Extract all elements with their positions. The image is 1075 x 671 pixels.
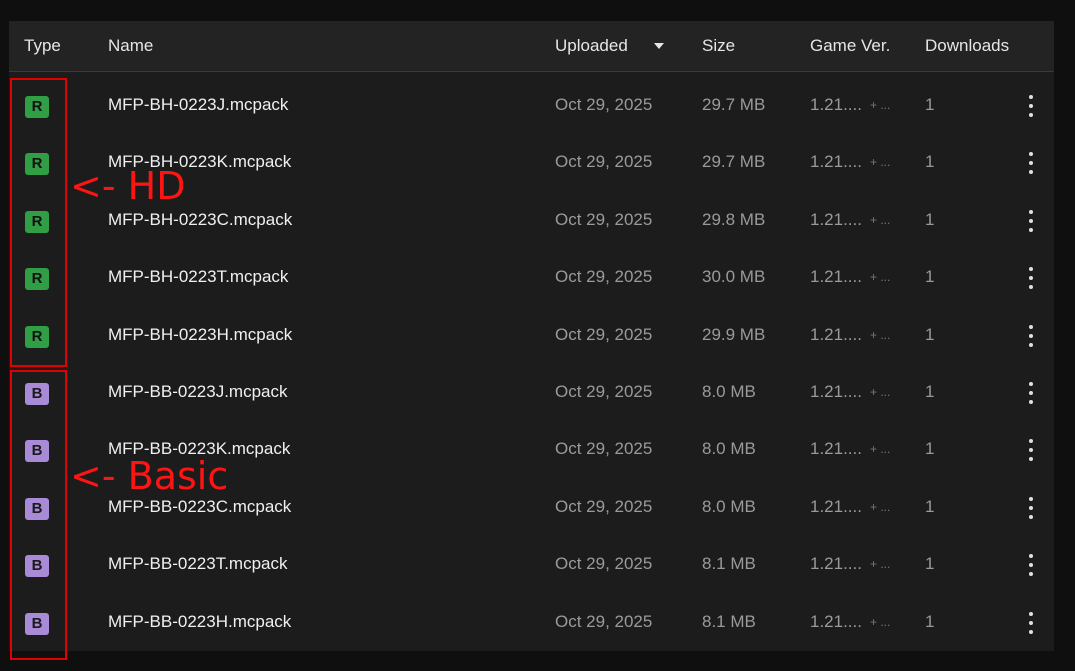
file-name-link[interactable]: MFP-BH-0223J.mcpack bbox=[108, 95, 288, 115]
more-versions-indicator[interactable]: + ... bbox=[870, 98, 890, 112]
more-versions-indicator[interactable]: + ... bbox=[870, 155, 890, 169]
hd-annotation: <- HD bbox=[70, 164, 186, 208]
more-versions-indicator[interactable]: + ... bbox=[870, 557, 890, 571]
file-size: 8.0 MB bbox=[702, 496, 756, 516]
download-count: 1 bbox=[925, 267, 935, 287]
sort-desc-icon[interactable] bbox=[654, 43, 664, 49]
download-count: 1 bbox=[925, 209, 935, 229]
game-version: 1.21.... bbox=[810, 496, 862, 516]
file-name-link[interactable]: MFP-BH-0223H.mcpack bbox=[108, 325, 292, 345]
file-name-link[interactable]: MFP-BH-0223T.mcpack bbox=[108, 267, 288, 287]
column-uploaded[interactable]: Uploaded bbox=[555, 36, 628, 56]
download-count: 1 bbox=[925, 152, 935, 172]
more-options-icon[interactable] bbox=[1025, 611, 1037, 638]
column-size[interactable]: Size bbox=[702, 36, 735, 56]
game-version: 1.21.... bbox=[810, 95, 862, 114]
file-size: 29.8 MB bbox=[702, 209, 766, 229]
file-size: 29.9 MB bbox=[702, 324, 766, 344]
download-count: 1 bbox=[925, 611, 935, 631]
more-options-icon[interactable] bbox=[1025, 324, 1037, 351]
more-options-icon[interactable] bbox=[1025, 382, 1037, 408]
column-downloads[interactable]: Downloads bbox=[925, 36, 1009, 56]
more-options-icon[interactable] bbox=[1025, 496, 1037, 523]
more-options-icon[interactable] bbox=[1025, 95, 1037, 121]
file-name-link[interactable]: MFP-BB-0223J.mcpack bbox=[108, 382, 288, 402]
more-versions-indicator[interactable]: + ... bbox=[870, 213, 890, 227]
download-count: 1 bbox=[925, 496, 935, 516]
file-size: 29.7 MB bbox=[702, 95, 766, 114]
upload-date: Oct 29, 2025 bbox=[555, 554, 653, 574]
game-version: 1.21.... bbox=[810, 439, 862, 459]
more-versions-indicator[interactable]: + ... bbox=[870, 328, 890, 342]
game-version: 1.21.... bbox=[810, 152, 862, 172]
file-size: 30.0 MB bbox=[702, 267, 766, 287]
download-count: 1 bbox=[925, 324, 935, 344]
basic-annotation: <- Basic bbox=[70, 454, 229, 498]
table-row[interactable]: R MFP-BH-0223T.mcpack Oct 29, 2025 30.0 MB 1… bbox=[9, 245, 1054, 302]
file-name-link[interactable]: MFP-BB-0223C.mcpack bbox=[108, 497, 291, 517]
table-row[interactable]: B MFP-BB-0223H.mcpack Oct 29, 2025 8.1 MB 1.… bbox=[9, 590, 1054, 647]
upload-date: Oct 29, 2025 bbox=[555, 209, 653, 229]
file-size: 8.0 MB bbox=[702, 382, 756, 401]
game-version: 1.21.... bbox=[810, 554, 862, 574]
game-version: 1.21.... bbox=[810, 267, 862, 287]
upload-date: Oct 29, 2025 bbox=[555, 95, 653, 114]
column-game-version[interactable]: Game Ver. bbox=[810, 36, 890, 56]
more-options-icon[interactable] bbox=[1025, 554, 1037, 580]
more-options-icon[interactable] bbox=[1025, 209, 1037, 236]
column-name[interactable]: Name bbox=[108, 36, 153, 56]
files-table: Type Name Uploaded Size Game Ver. Downlo… bbox=[9, 21, 1054, 651]
file-size: 8.1 MB bbox=[702, 611, 756, 631]
upload-date: Oct 29, 2025 bbox=[555, 611, 653, 631]
more-versions-indicator[interactable]: + ... bbox=[870, 270, 890, 284]
table-header: Type Name Uploaded Size Game Ver. Downlo… bbox=[9, 21, 1054, 72]
upload-date: Oct 29, 2025 bbox=[555, 324, 653, 344]
download-count: 1 bbox=[925, 439, 935, 459]
download-count: 1 bbox=[925, 95, 935, 114]
table-row[interactable]: B MFP-BB-0223J.mcpack Oct 29, 2025 8.0 MB 1.… bbox=[9, 360, 1054, 417]
file-name-link[interactable]: MFP-BB-0223T.mcpack bbox=[108, 554, 288, 574]
more-versions-indicator[interactable]: + ... bbox=[870, 615, 890, 629]
upload-date: Oct 29, 2025 bbox=[555, 382, 653, 401]
download-count: 1 bbox=[925, 382, 935, 401]
file-size: 8.0 MB bbox=[702, 439, 756, 459]
file-size: 8.1 MB bbox=[702, 554, 756, 574]
game-version: 1.21.... bbox=[810, 324, 862, 344]
table-row[interactable]: B MFP-BB-0223T.mcpack Oct 29, 2025 8.1 MB 1.… bbox=[9, 532, 1054, 589]
basic-highlight-box bbox=[10, 370, 67, 660]
more-options-icon[interactable] bbox=[1025, 439, 1037, 465]
file-name-link[interactable]: MFP-BH-0223C.mcpack bbox=[108, 210, 292, 230]
table-row[interactable]: R MFP-BH-0223H.mcpack Oct 29, 2025 29.9 MB 1… bbox=[9, 303, 1054, 360]
file-size: 29.7 MB bbox=[702, 152, 766, 172]
game-version: 1.21.... bbox=[810, 382, 862, 401]
more-options-icon[interactable] bbox=[1025, 152, 1037, 178]
more-options-icon[interactable] bbox=[1025, 267, 1037, 293]
table-row[interactable]: R MFP-BH-0223J.mcpack Oct 29, 2025 29.7 MB 1… bbox=[9, 73, 1054, 130]
hd-highlight-box bbox=[10, 78, 67, 367]
upload-date: Oct 29, 2025 bbox=[555, 439, 653, 459]
game-version: 1.21.... bbox=[810, 611, 862, 631]
more-versions-indicator[interactable]: + ... bbox=[870, 442, 890, 456]
column-type[interactable]: Type bbox=[24, 36, 61, 56]
upload-date: Oct 29, 2025 bbox=[555, 152, 653, 172]
more-versions-indicator[interactable]: + ... bbox=[870, 500, 890, 514]
game-version: 1.21.... bbox=[810, 209, 862, 229]
upload-date: Oct 29, 2025 bbox=[555, 267, 653, 287]
upload-date: Oct 29, 2025 bbox=[555, 496, 653, 516]
download-count: 1 bbox=[925, 554, 935, 574]
more-versions-indicator[interactable]: + ... bbox=[870, 385, 890, 399]
file-name-link[interactable]: MFP-BB-0223H.mcpack bbox=[108, 612, 291, 632]
